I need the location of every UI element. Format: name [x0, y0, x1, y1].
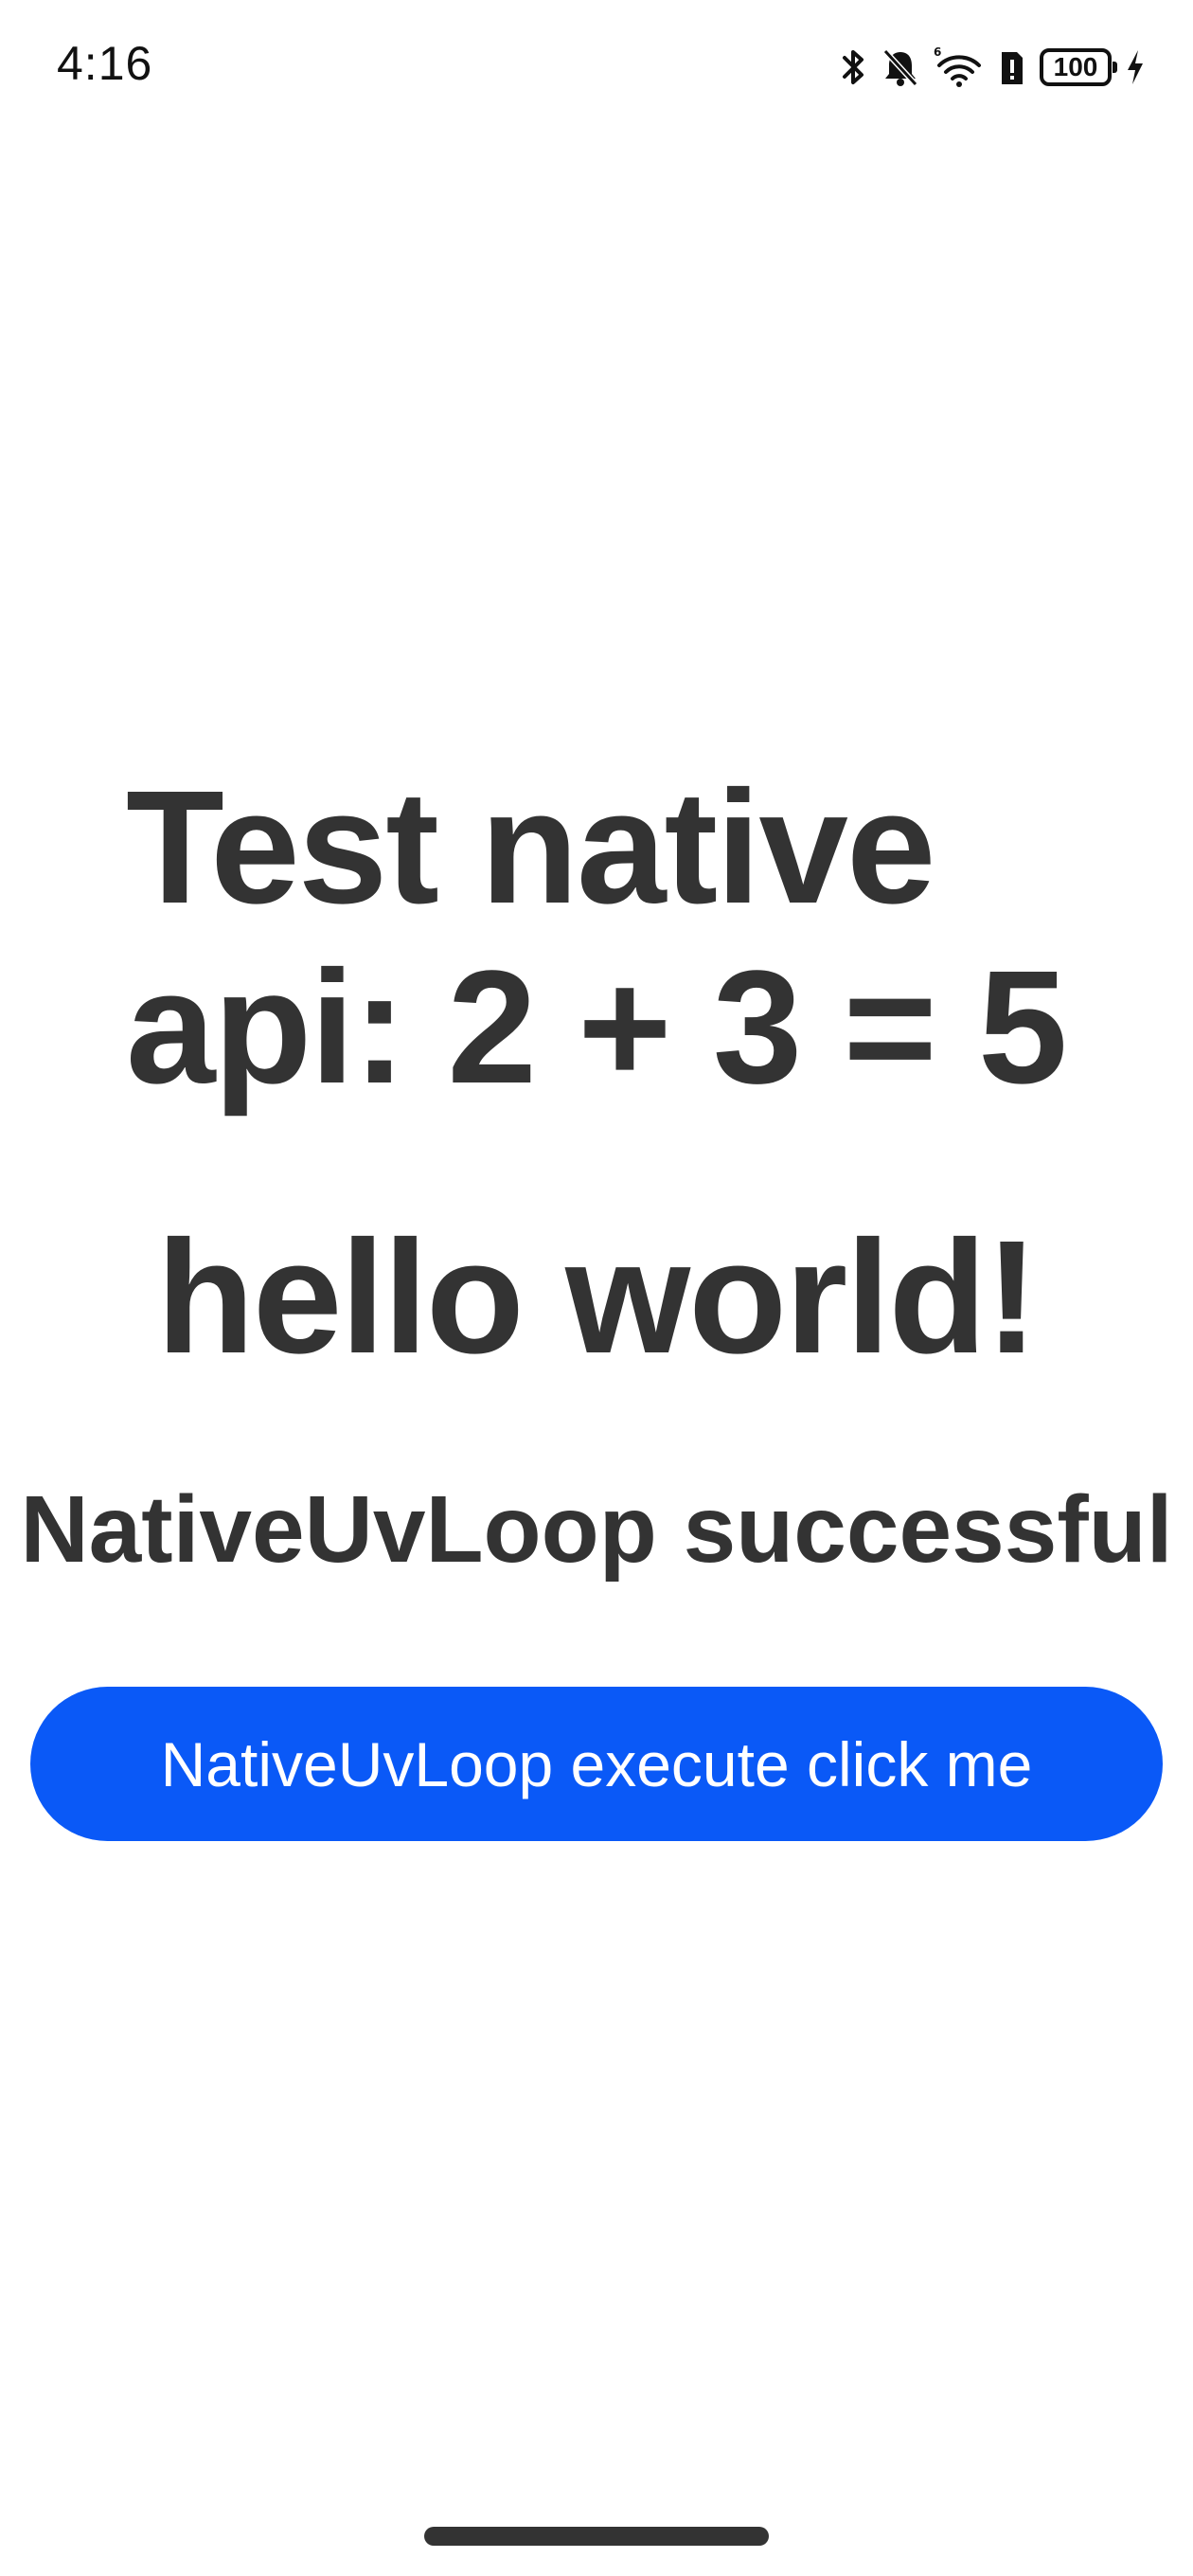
greeting-text: hello world! [156, 1208, 1039, 1387]
home-indicator[interactable] [424, 2527, 769, 2546]
bell-muted-icon [881, 46, 920, 88]
battery-icon: 100 [1040, 48, 1117, 86]
uv-loop-execute-button[interactable]: NativeUvLoop execute click me [30, 1687, 1163, 1841]
status-icons: 6 100 [841, 44, 1146, 91]
uv-loop-status-text: NativeUvLoop successful [20, 1476, 1173, 1583]
status-time: 4:16 [57, 37, 153, 90]
status-bar: 4:16 6 100 [0, 0, 1193, 133]
wifi-6-icon: 6 [934, 46, 985, 88]
svg-text:6: 6 [934, 46, 941, 59]
sim-alert-icon [998, 46, 1026, 88]
charging-bolt-icon [1125, 46, 1146, 88]
battery-level: 100 [1053, 52, 1098, 81]
bluetooth-icon [841, 46, 867, 88]
native-api-result-title: Test native api: 2 + 3 = 5 [126, 758, 1068, 1118]
